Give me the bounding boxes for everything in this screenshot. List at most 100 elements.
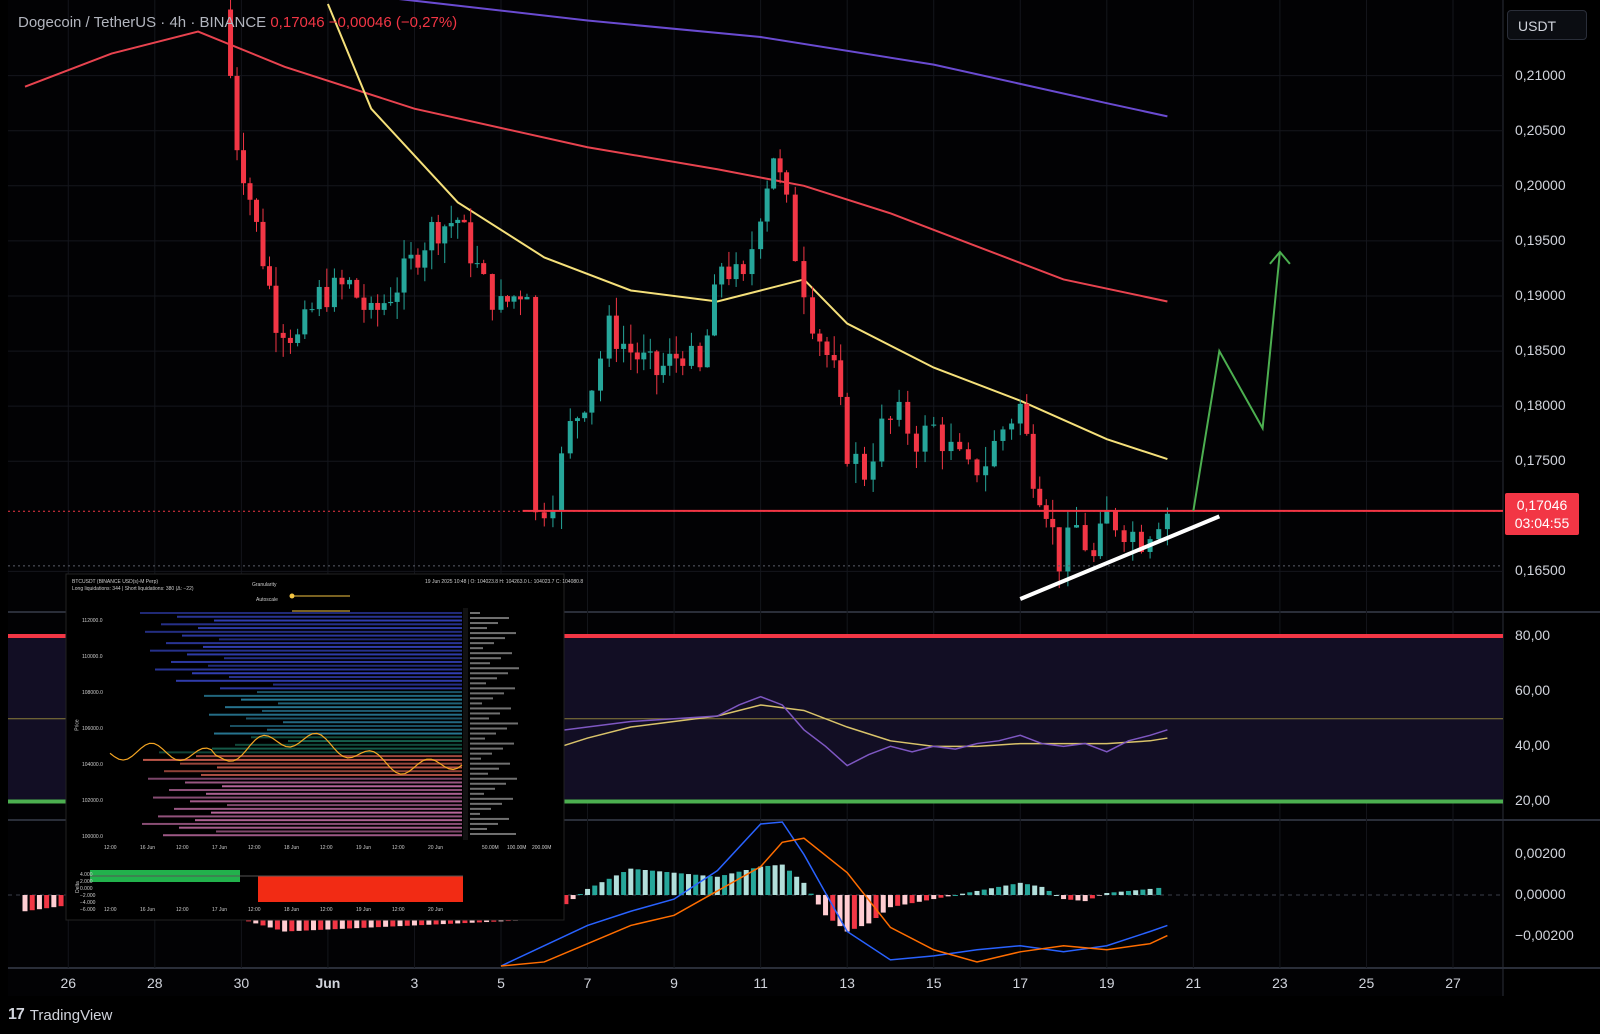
macd-histogram-bar [1046, 890, 1052, 896]
macd-histogram-bar [1003, 885, 1009, 896]
macd-histogram-bar [1125, 890, 1131, 896]
candle-body [598, 358, 604, 391]
candle-body [1104, 510, 1110, 524]
current-price-value: 0,17046 [1516, 497, 1568, 513]
currency-button[interactable]: USDT [1507, 10, 1587, 40]
time-axis-tick: 19 [1099, 975, 1115, 991]
macd-histogram-bar [592, 885, 598, 896]
volume-profile-bar [470, 647, 483, 650]
candle-body [375, 302, 381, 310]
heatmap-band [177, 615, 462, 618]
macd-histogram-bar [1104, 892, 1110, 896]
candle-body [408, 254, 414, 259]
macd-histogram-bar [1010, 884, 1016, 896]
trading-chart[interactable] [0, 0, 1600, 1034]
candle-body [266, 266, 272, 286]
macd-histogram-bar [36, 895, 42, 910]
candle-body [368, 302, 374, 310]
bar-countdown: 03:04:55 [1514, 515, 1570, 531]
candle-body [673, 353, 679, 359]
heatmap-band [158, 815, 462, 818]
time-axis-tick: 3 [410, 975, 419, 991]
time-axis-tick: 5 [497, 975, 505, 991]
macd-histogram-bar [996, 886, 1002, 896]
macd-histogram-bar [801, 882, 807, 896]
candle-body [517, 296, 523, 300]
inset-price-tick: 110000.0 [82, 654, 103, 660]
inset-delta-time-tick: 12:00 [176, 907, 189, 913]
heatmap-band [211, 811, 462, 814]
candle-body [771, 158, 777, 189]
inset-delta-time-tick: 12:00 [248, 907, 261, 913]
inset-price-tick: 104000.0 [82, 762, 103, 768]
heatmap-band [230, 725, 462, 727]
symbol-header: Dogecoin / TetherUS · 4h · BINANCE 0,170… [18, 14, 457, 31]
candle-body [504, 296, 510, 302]
volume-profile-bar [470, 732, 496, 735]
inset-y-axis-label: Price [74, 719, 81, 731]
volume-profile-bar [470, 752, 492, 755]
volume-profile-bar [470, 622, 498, 625]
candle-body [574, 418, 580, 422]
candle-body [541, 512, 547, 519]
inset-price-tick: 102000.0 [82, 798, 103, 804]
heatmap-band [142, 822, 462, 825]
candle-body [1050, 518, 1056, 528]
candle-body [758, 221, 764, 250]
volume-profile-bar [470, 617, 509, 620]
volume-profile-bar [470, 762, 510, 765]
candle-body [287, 337, 293, 343]
candle-body [939, 424, 945, 452]
liquidation-heatmap-inset [65, 573, 565, 921]
macd-histogram-bar [808, 893, 814, 896]
candle-body [1121, 530, 1127, 543]
heatmap-band [201, 773, 462, 776]
heatmap-band [196, 755, 462, 758]
candle-body [1097, 523, 1103, 557]
heatmap-band [148, 777, 462, 780]
volume-profile-bar [470, 747, 503, 750]
inset-delta-tick: −6.000 [80, 907, 96, 913]
heatmap-band [163, 834, 462, 837]
candle-body [719, 266, 725, 285]
heatmap-band [219, 638, 462, 641]
inset-time-tick: 19 Jun [356, 845, 372, 851]
tradingview-brand[interactable]: 17 TradingView [8, 1006, 112, 1024]
volume-profile-bar [470, 662, 490, 665]
macd-histogram-bar [1111, 892, 1117, 896]
candle-body [922, 425, 928, 452]
volume-profile-bar [470, 627, 487, 630]
inset-delta-tick: 0.000 [80, 886, 93, 892]
inset-time-tick: 12:00 [176, 845, 189, 851]
candle-body [435, 222, 441, 244]
macd-histogram-bar [1140, 889, 1146, 896]
price-axis-tick: 0,17500 [1515, 452, 1566, 469]
heatmap-band [166, 642, 462, 645]
candle-body [896, 401, 902, 420]
candle-body [415, 254, 421, 268]
candle-body [887, 418, 893, 420]
candle-body [422, 250, 428, 268]
inset-time-tick: 12:00 [320, 845, 333, 851]
candle-body [280, 332, 286, 338]
candle-body [641, 352, 647, 360]
candle-body [740, 264, 746, 275]
candle-body [1009, 423, 1015, 430]
candle-body [913, 433, 919, 452]
price-axis-tick: 0,20500 [1515, 121, 1566, 138]
inset-delta-tick: −2.000 [80, 893, 96, 899]
time-axis-tick: 17 [1012, 975, 1029, 991]
macd-histogram-bar [916, 895, 922, 902]
macd-histogram-bar [851, 895, 857, 929]
inset-delta-tick: −4.000 [80, 900, 96, 906]
macd-histogram-bar [902, 895, 908, 905]
time-axis-tick: 23 [1272, 975, 1288, 991]
candle-body [844, 396, 850, 464]
volume-profile-bar [470, 712, 500, 715]
candle-body [711, 284, 717, 336]
heatmap-band [209, 713, 462, 716]
price-change: −0,00046 (−0,27%) [328, 14, 458, 31]
macd-histogram-bar [909, 895, 915, 904]
rsi-axis-tick: 60,00 [1515, 682, 1551, 699]
heatmap-band [208, 664, 462, 667]
